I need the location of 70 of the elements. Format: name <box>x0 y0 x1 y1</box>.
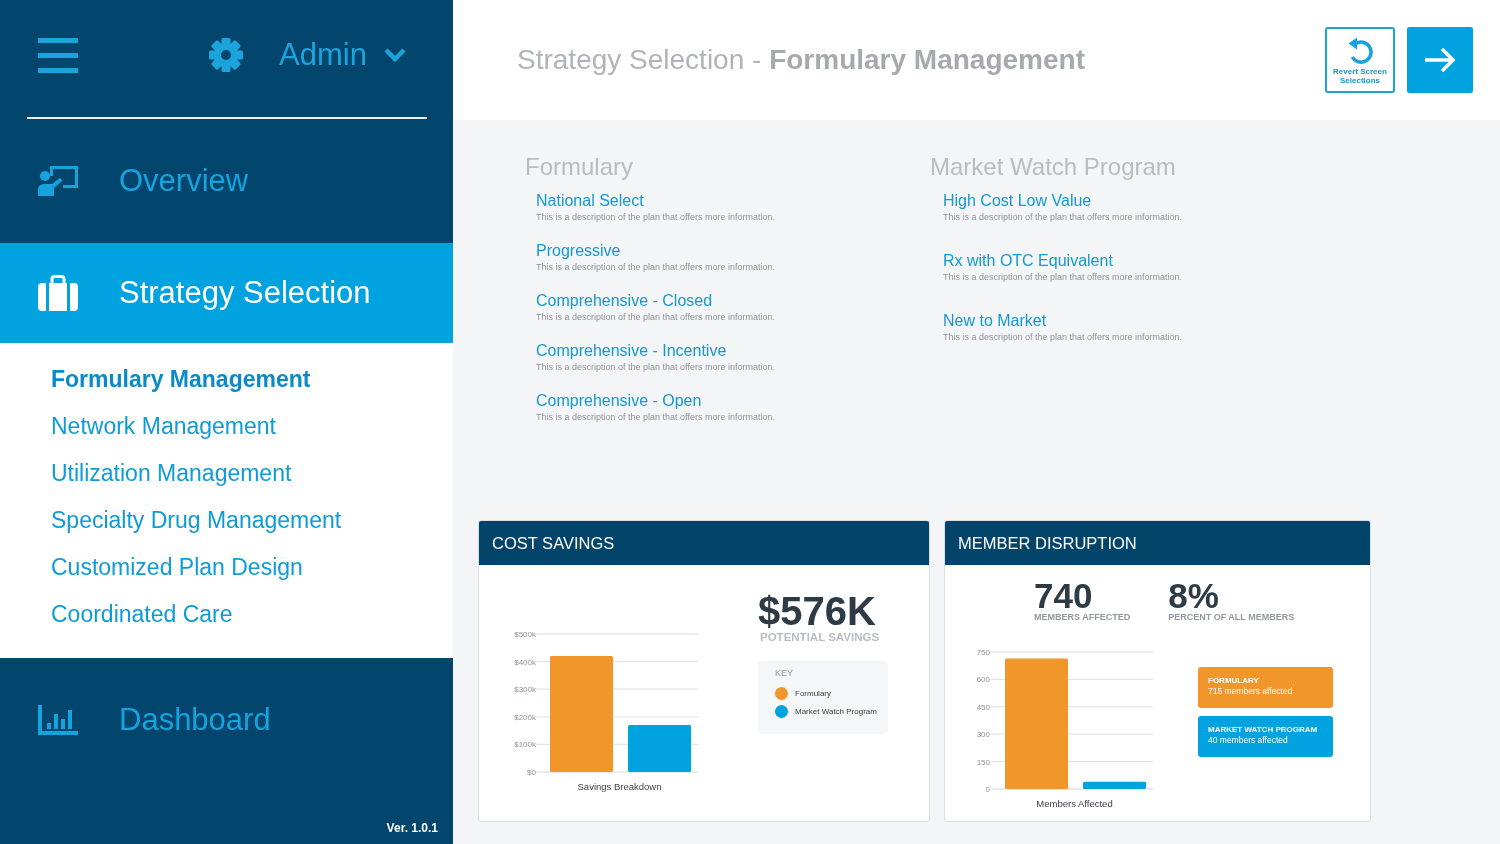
group-heading: Formulary <box>525 153 634 181</box>
stat-label: PERCENT OF ALL MEMBERS <box>1168 612 1295 623</box>
circular-arrow-icon <box>1346 37 1374 65</box>
group-heading: Market Watch Program <box>930 153 1177 181</box>
plan-description: This is a description of the plan that offers more information. <box>536 361 775 373</box>
legend-title: FORMULARY <box>1208 676 1259 686</box>
key-title: KEY <box>775 667 793 679</box>
legend-label: Market Watch Program <box>795 707 877 716</box>
axis-tick-label: $100k <box>514 740 536 750</box>
plan-link[interactable]: High Cost Low Value <box>943 191 1092 211</box>
settings-icon[interactable] <box>209 38 243 72</box>
presenter-icon <box>38 166 78 196</box>
legend-label: Formulary <box>795 689 831 698</box>
plan-description: This is a description of the plan that offers more information. <box>943 211 1182 223</box>
nav-item[interactable]: Strategy Selection <box>0 243 453 343</box>
axis-tick-label: 0 <box>985 785 990 794</box>
stat-value: 8% <box>1168 578 1219 614</box>
plan-description: This is a description of the plan that offers more information. <box>943 271 1182 283</box>
axis-tick-label: 600 <box>976 675 990 685</box>
axis-tick-label: $0 <box>527 768 536 777</box>
legend-title: MARKET WATCH PROGRAM <box>1208 725 1318 735</box>
plan-link[interactable]: Comprehensive - Incentive <box>536 341 727 361</box>
savings-total-label: POTENTIAL SAVINGS <box>759 630 880 644</box>
axis-tick-label: 450 <box>976 702 990 712</box>
plan-description: This is a description of the plan that offers more information. <box>536 261 775 273</box>
submenu-item[interactable]: Customized Plan Design <box>51 544 303 591</box>
briefcase-icon <box>38 275 78 311</box>
card-header: MEMBER DISRUPTION <box>945 521 1370 565</box>
axis-label: Members Affected <box>1036 798 1113 809</box>
stat-label: MEMBERS AFFECTED <box>1034 612 1131 623</box>
card-header: COST SAVINGS <box>479 521 929 565</box>
axis-tick-label: 750 <box>976 648 990 657</box>
nav-item[interactable]: Dashboard <box>0 658 453 782</box>
bar-chart-icon <box>38 705 78 735</box>
plan-link[interactable]: New to Market <box>943 311 1047 331</box>
legend-detail: 715 members affected <box>1208 686 1293 697</box>
plan-link[interactable]: Comprehensive - Closed <box>536 291 713 311</box>
plan-link[interactable]: Comprehensive - Open <box>536 391 702 411</box>
user-menu-button[interactable]: Admin <box>279 37 407 73</box>
axis-tick-label: $400k <box>514 657 536 667</box>
axis-tick-label: $300k <box>514 685 536 695</box>
page-title: Strategy Selection - Formulary Management <box>517 44 1086 76</box>
submenu-item[interactable]: Formulary Management <box>51 356 311 403</box>
chevron-down-icon <box>382 47 407 63</box>
submenu-item[interactable]: Network Management <box>51 403 276 450</box>
plan-description: This is a description of the plan that offers more information. <box>943 331 1182 343</box>
submenu-item[interactable]: Specialty Drug Management <box>51 497 342 544</box>
next-button[interactable] <box>1407 27 1473 93</box>
plan-description: This is a description of the plan that offers more information. <box>536 311 775 323</box>
submenu-item[interactable]: Utilization Management <box>51 450 292 497</box>
plan-link[interactable]: National Select <box>536 191 644 211</box>
legend-detail: 40 members affected <box>1208 735 1288 746</box>
axis-tick-label: $500k <box>514 630 536 639</box>
menu-icon <box>38 37 78 73</box>
axis-tick-label: $200k <box>514 712 536 722</box>
plan-description: This is a description of the plan that offers more information. <box>536 211 775 223</box>
arrow-right-icon <box>1423 45 1457 75</box>
axis-label: Savings Breakdown <box>577 781 662 792</box>
revert-button[interactable]: Revert Screen Selections <box>1325 27 1395 93</box>
plan-link[interactable]: Rx with OTC Equivalent <box>943 251 1113 271</box>
stat-value: 740 <box>1034 578 1093 614</box>
plan-link[interactable]: Progressive <box>536 241 621 261</box>
version-label: Ver. 1.0.1 <box>386 821 438 835</box>
savings-total: $576K <box>758 589 876 633</box>
nav-item[interactable]: Overview <box>0 119 453 243</box>
axis-tick-label: 150 <box>976 757 990 767</box>
menu-button[interactable] <box>38 37 78 73</box>
plan-description: This is a description of the plan that offers more information. <box>536 411 775 423</box>
submenu-item[interactable]: Coordinated Care <box>51 591 233 638</box>
axis-tick-label: 300 <box>976 730 990 740</box>
